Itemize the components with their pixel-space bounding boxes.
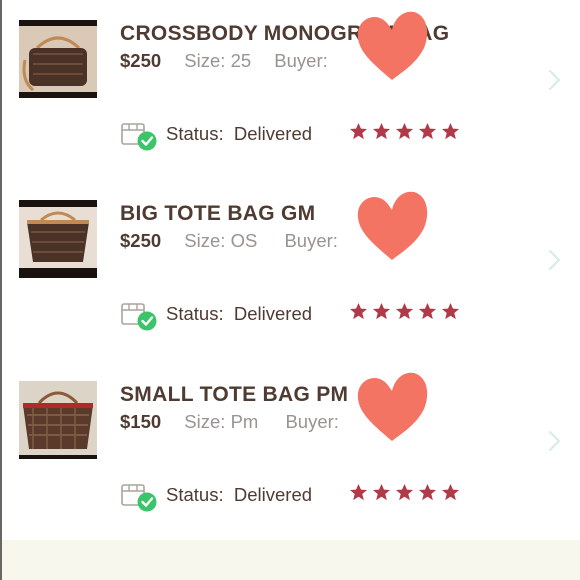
star-icon — [395, 483, 414, 501]
star-icon — [349, 302, 368, 320]
bag-photo-icon — [19, 20, 97, 98]
product-title: SMALL TOTE BAG PM — [120, 383, 349, 406]
orders-screen: CROSSBODY MONOGRAM BAG $250 Size: 25 Buy… — [0, 0, 580, 580]
price: $150 — [120, 411, 162, 432]
star-icon — [441, 122, 460, 140]
bag-photo-icon — [19, 381, 97, 459]
order-row-crossbody[interactable]: CROSSBODY MONOGRAM BAG $250 Size: 25 Buy… — [2, 11, 580, 200]
heart-sticker-icon — [357, 372, 428, 441]
star-icon — [372, 302, 391, 320]
delivered-package-icon — [120, 118, 158, 152]
order-status: Status: Delivered — [166, 484, 312, 506]
order-status: Status: Delivered — [166, 123, 312, 145]
order-meta: $150 Size: Pm Buyer: — [120, 411, 339, 433]
product-thumbnail[interactable] — [19, 20, 97, 98]
rating-stars — [349, 122, 460, 141]
size: Size: OS — [184, 230, 258, 251]
order-meta: $250 Size: 25 Buyer: — [120, 50, 328, 72]
star-icon — [372, 122, 391, 140]
order-row-small-tote[interactable]: SMALL TOTE BAG PM $150 Size: Pm Buyer: S… — [2, 372, 580, 561]
star-icon — [395, 122, 414, 140]
status-value: Delivered — [233, 303, 313, 324]
product-title: BIG TOTE BAG GM — [120, 202, 316, 225]
product-thumbnail[interactable] — [19, 381, 97, 459]
star-icon — [418, 483, 437, 501]
status-label: Status: — [166, 123, 224, 144]
price: $250 — [120, 50, 162, 71]
chevron-right-icon[interactable] — [547, 429, 563, 453]
size: Size: 25 — [184, 50, 252, 71]
heart-sticker-icon — [357, 191, 428, 260]
buyer-label: Buyer: — [284, 230, 338, 251]
star-icon — [349, 122, 368, 140]
price: $250 — [120, 230, 162, 251]
buyer-label: Buyer: — [274, 50, 328, 71]
order-meta: $250 Size: OS Buyer: — [120, 230, 338, 252]
star-icon — [349, 483, 368, 501]
star-icon — [418, 302, 437, 320]
size: Size: Pm — [184, 411, 259, 432]
order-row-big-tote[interactable]: BIG TOTE BAG GM $250 Size: OS Buyer: Sta… — [2, 191, 580, 380]
status-label: Status: — [166, 303, 224, 324]
chevron-right-icon[interactable] — [547, 68, 563, 92]
rating-stars — [349, 302, 460, 321]
order-status: Status: Delivered — [166, 303, 312, 325]
heart-sticker-icon — [357, 11, 428, 80]
star-icon — [441, 483, 460, 501]
rating-stars — [349, 483, 460, 502]
delivered-package-icon — [120, 298, 158, 332]
star-icon — [372, 483, 391, 501]
delivered-package-icon — [120, 479, 158, 513]
status-label: Status: — [166, 484, 224, 505]
chevron-right-icon[interactable] — [547, 248, 563, 272]
status-value: Delivered — [233, 123, 313, 144]
star-icon — [418, 122, 437, 140]
buyer-label: Buyer: — [285, 411, 339, 432]
product-title: CROSSBODY MONOGRAM BAG — [120, 22, 450, 45]
status-value: Delivered — [233, 484, 313, 505]
product-thumbnail[interactable] — [19, 200, 97, 278]
star-icon — [395, 302, 414, 320]
bag-photo-icon — [19, 200, 97, 278]
star-icon — [441, 302, 460, 320]
